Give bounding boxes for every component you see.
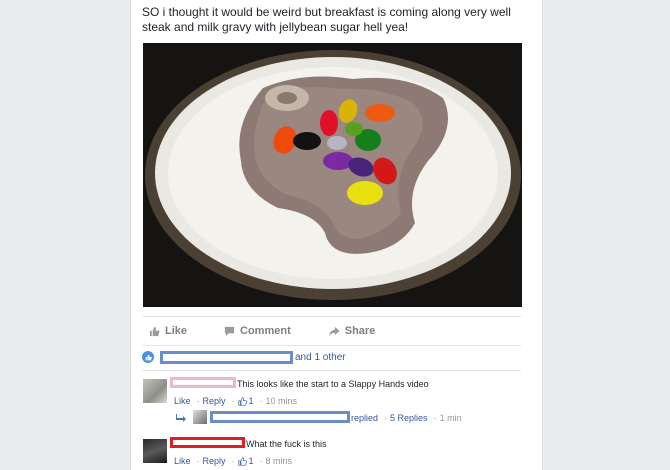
comment-meta: Like · Reply · 1 · 8 mins <box>174 456 293 466</box>
thumbs-up-icon <box>149 326 160 336</box>
post-photo[interactable] <box>143 43 522 307</box>
like-reaction-icon <box>142 351 154 363</box>
like-button[interactable]: Like <box>149 325 187 337</box>
thumbs-up-icon <box>237 456 247 466</box>
comment-text: What the fuck is this <box>246 439 327 449</box>
share-label: Share <box>344 325 376 337</box>
like-label: Like <box>165 325 188 337</box>
comment-like-link[interactable]: Like <box>174 396 191 406</box>
reply-arrow-icon <box>176 414 186 422</box>
likes-summary: and 1 other <box>142 347 521 367</box>
comment-icon <box>224 326 235 336</box>
post-text-line-1: SO i thought it would be weird but break… <box>142 5 511 19</box>
replier-avatar[interactable] <box>193 410 207 424</box>
censored-liker-name <box>160 350 293 364</box>
comment-label: Comment <box>240 325 291 337</box>
comment-like-link[interactable]: Like <box>174 456 191 466</box>
view-replies-link[interactable]: 5 Replies <box>390 413 428 423</box>
comment-timestamp[interactable]: 10 mins <box>266 396 298 406</box>
replies-timestamp[interactable]: 1 min <box>440 413 462 423</box>
comment-button[interactable]: Comment <box>224 325 291 337</box>
censored-replier-name <box>210 411 350 423</box>
comment-meta: Like · Reply · 1 · 10 mins <box>174 396 298 406</box>
share-button[interactable]: Share <box>328 325 376 337</box>
comment-text: This looks like the start to a Slappy Ha… <box>237 379 429 389</box>
comment-reply-link[interactable]: Reply <box>203 396 226 406</box>
replies-link-row: replied · 5 Replies · 1 min <box>351 413 462 423</box>
comment-reply-link[interactable]: Reply <box>203 456 226 466</box>
post-action-bar: Like Comment Share <box>142 316 521 346</box>
commenter-avatar[interactable] <box>143 439 167 463</box>
comment-reaction-count[interactable]: 1 <box>249 396 254 406</box>
divider <box>142 370 521 371</box>
comment-reaction-count[interactable]: 1 <box>249 456 254 466</box>
post-text: SO i thought it would be weird but break… <box>142 5 532 35</box>
replied-text[interactable]: replied <box>351 413 378 423</box>
censored-commenter-name <box>170 377 236 388</box>
post-text-line-2: steak and milk gravy with jellybean suga… <box>142 20 409 34</box>
likes-others-link[interactable]: and 1 other <box>295 352 346 363</box>
share-icon <box>328 326 340 336</box>
censored-commenter-name <box>170 437 245 448</box>
comment-timestamp[interactable]: 8 mins <box>266 456 293 466</box>
thumbs-up-icon <box>237 396 247 406</box>
commenter-avatar[interactable] <box>143 379 167 403</box>
post-card: SO i thought it would be weird but break… <box>130 0 543 470</box>
